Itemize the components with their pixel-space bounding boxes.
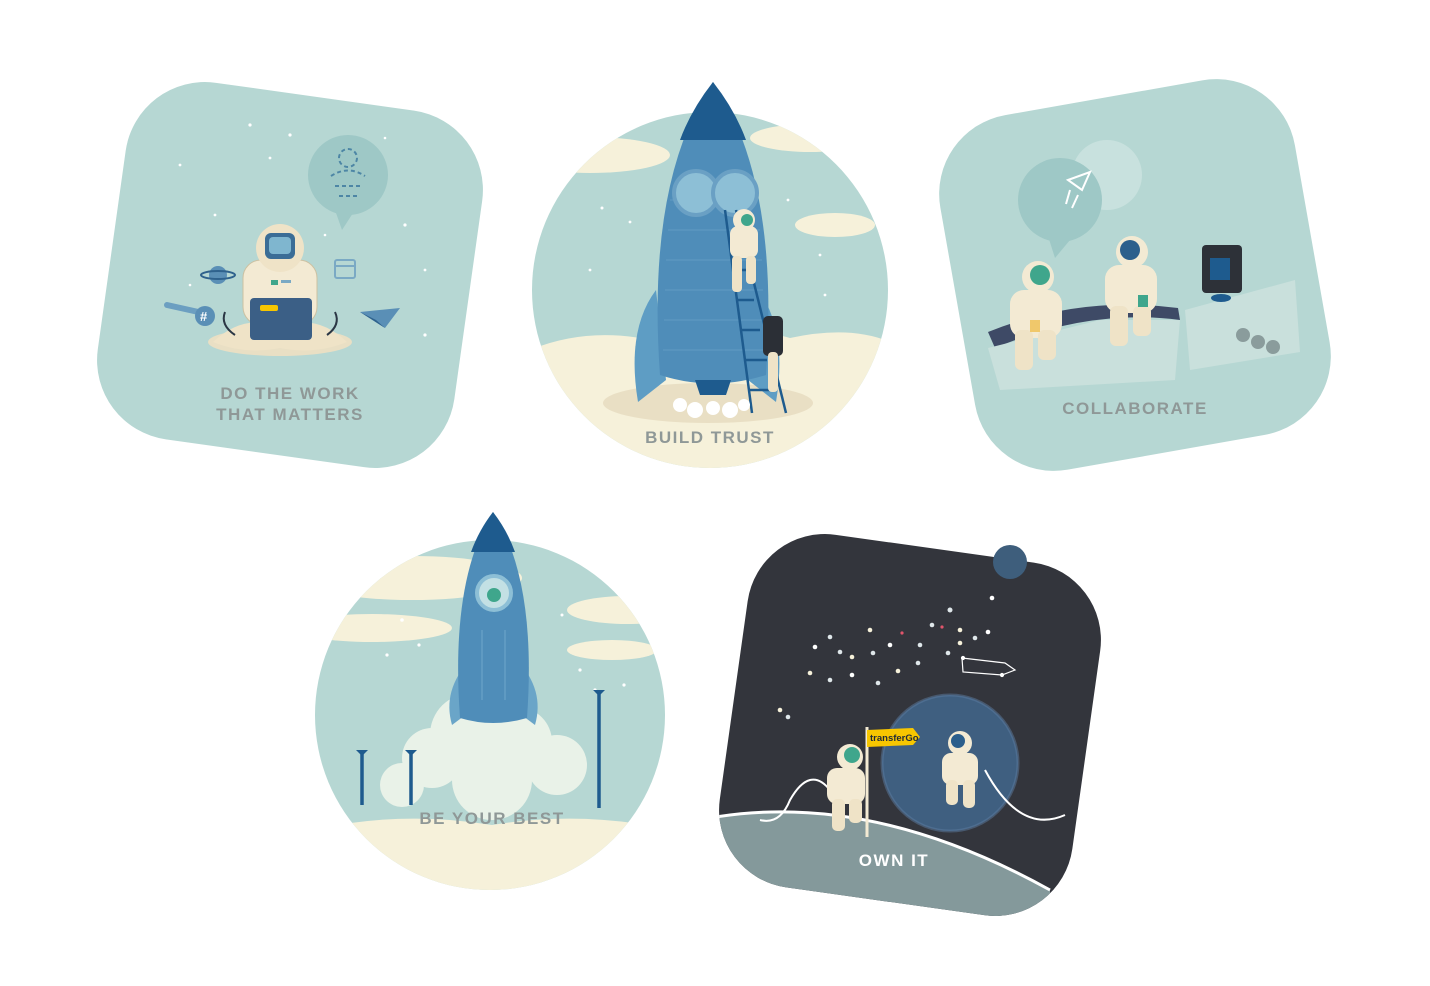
badge-label-line2: THAT MATTERS — [216, 405, 364, 424]
badge-label: BE YOUR BEST — [419, 809, 565, 828]
badge-be-your-best-illustration — [315, 512, 665, 890]
badge-collaborate: COLLABORATE — [939, 79, 1331, 471]
badge-do-the-work: # DO THE WORK THAT MATTERS — [95, 80, 485, 470]
badge-own-it: transferGo OWN IT — [709, 534, 1101, 927]
badge-label: COLLABORATE — [1062, 399, 1208, 418]
laptop-icon — [250, 298, 312, 340]
svg-text:#: # — [200, 309, 208, 324]
badge-build-trust-illustration — [532, 82, 888, 468]
moon-icon — [993, 545, 1027, 579]
badge-label-line1: DO THE WORK — [220, 384, 360, 403]
badge-label: OWN IT — [858, 851, 930, 870]
badge-be-your-best: BE YOUR BEST — [312, 510, 672, 890]
badge-label: BUILD TRUST — [645, 428, 775, 447]
flag-text: transferGo — [870, 733, 919, 744]
badge-build-trust: BUILD TRUST — [530, 80, 890, 470]
